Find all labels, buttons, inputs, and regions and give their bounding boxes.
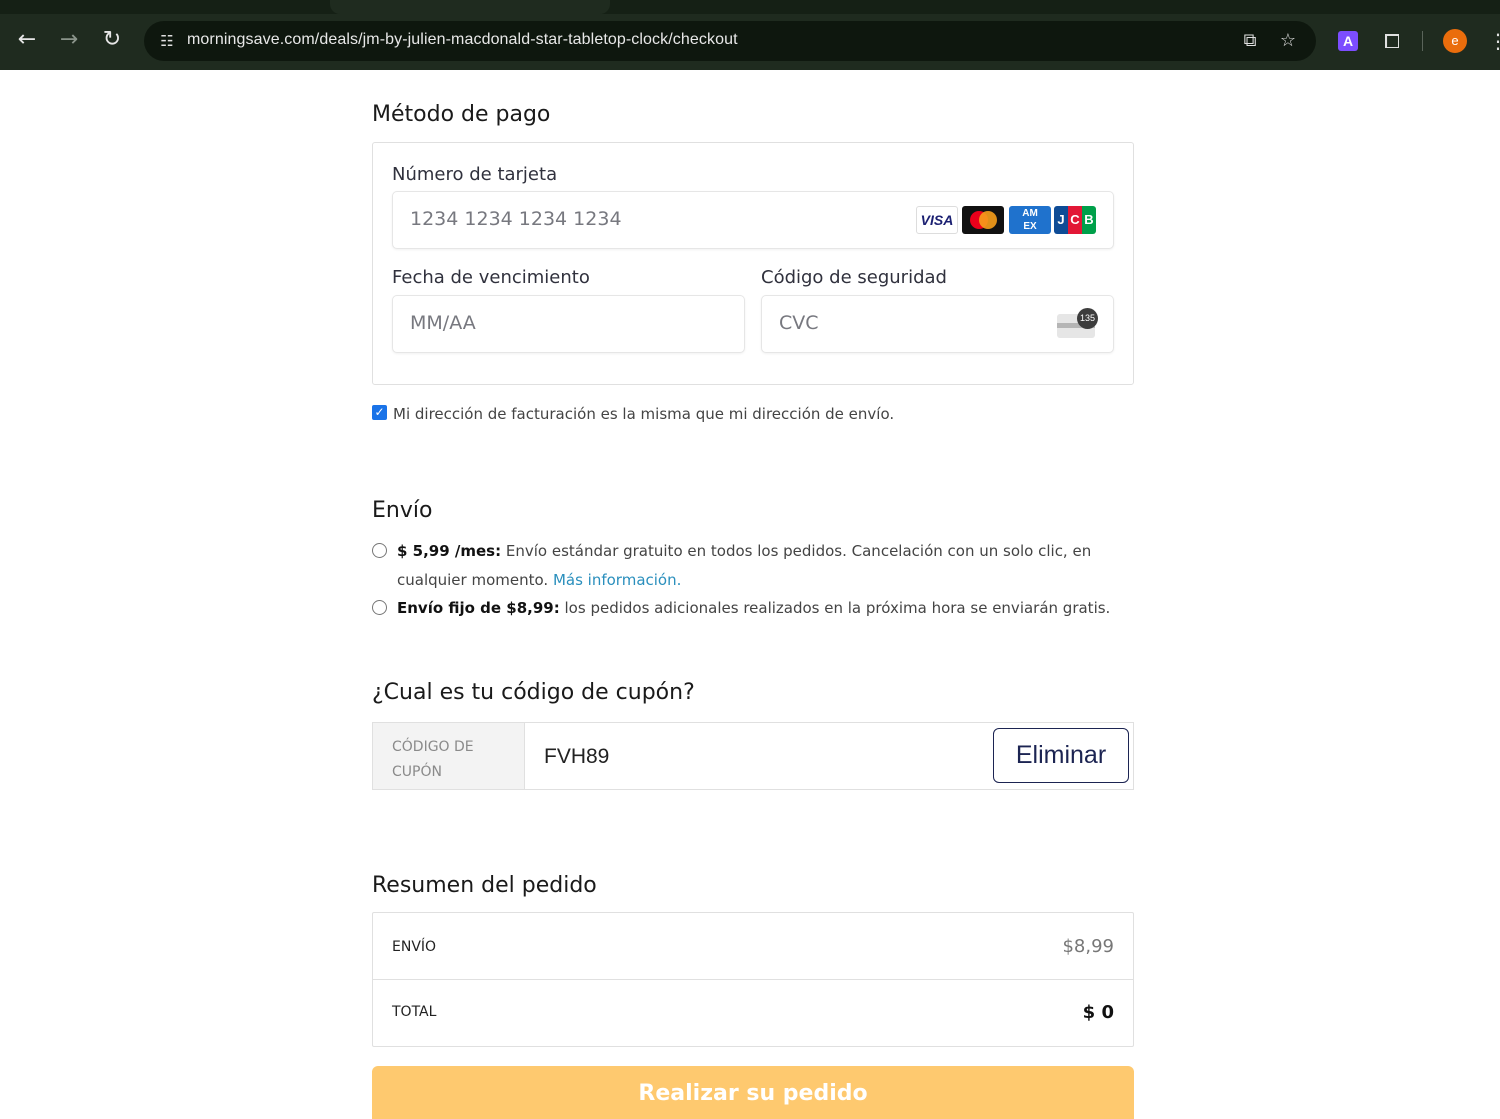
order-summary-heading: Resumen del pedido xyxy=(372,873,597,898)
jcb-b: B xyxy=(1082,206,1096,234)
shipping-option-flat-label[interactable]: Envío fijo de $8,99: los pedidos adicion… xyxy=(397,599,1110,617)
coupon-heading: ¿Cual es tu código de cupón? xyxy=(372,680,695,705)
shipping-option-subscription-desc2: cualquier momento. xyxy=(397,571,553,589)
shipping-option-subscription-price: $ 5,99 /mes: xyxy=(397,542,502,560)
amex-icon: AM EX xyxy=(1009,206,1051,234)
mastercard-yellow-circle xyxy=(979,211,997,229)
coupon-code-input[interactable]: FVH89 xyxy=(544,745,609,769)
shipping-option-flat-desc: los pedidos adicionales realizados en la… xyxy=(559,599,1111,617)
browser-chrome: ← → ↻ ☷ morningsave.com/deals/jm-by-juli… xyxy=(0,0,1500,70)
summary-total-value: $ 0 xyxy=(1082,1002,1114,1023)
browser-menu-icon[interactable]: ⋮ xyxy=(1488,27,1500,55)
cvc-label: Código de seguridad xyxy=(761,267,947,288)
jcb-icon: J C B xyxy=(1054,206,1096,234)
extensions-puzzle-icon[interactable]: ⧠ xyxy=(1378,27,1406,55)
summary-shipping-value: $8,99 xyxy=(1062,936,1114,957)
expiry-input[interactable]: MM/AA xyxy=(392,295,745,353)
summary-divider xyxy=(373,979,1133,980)
shipping-option-subscription-desc: Envío estándar gratuito en todos los ped… xyxy=(501,542,1092,560)
shipping-heading: Envío xyxy=(372,498,433,523)
jcb-j: J xyxy=(1054,206,1068,234)
visa-icon: VISA xyxy=(916,206,958,234)
billing-same-label[interactable]: Mi dirección de facturación es la misma … xyxy=(393,405,894,423)
shipping-option-subscription-radio[interactable] xyxy=(372,543,387,558)
tab-strip xyxy=(0,0,1500,14)
expiry-label: Fecha de vencimiento xyxy=(392,267,590,288)
shipping-option-flat-price: Envío fijo de $8,99: xyxy=(397,599,560,617)
cvc-placeholder: CVC xyxy=(779,312,819,334)
coupon-label-cell: CÓDIGO DE CUPÓN xyxy=(373,723,525,789)
address-bar[interactable]: ☷ morningsave.com/deals/jm-by-julien-mac… xyxy=(144,21,1316,61)
shipping-option-flat-radio[interactable] xyxy=(372,600,387,615)
cvc-digits-badge: 135 xyxy=(1077,308,1098,329)
translate-icon[interactable]: ⧉ xyxy=(1238,29,1262,53)
shipping-option-subscription-line1[interactable]: $ 5,99 /mes: Envío estándar gratuito en … xyxy=(397,542,1091,560)
payment-heading: Método de pago xyxy=(372,102,551,127)
card-number-placeholder: 1234 1234 1234 1234 xyxy=(410,208,622,230)
remove-coupon-button[interactable]: Eliminar xyxy=(993,728,1129,783)
shipping-option-subscription-line2: cualquier momento. Más información. xyxy=(397,571,681,589)
site-info-icon[interactable]: ☷ xyxy=(156,30,178,52)
card-number-label: Número de tarjeta xyxy=(392,164,558,185)
payment-card-form: Número de tarjeta 1234 1234 1234 1234 VI… xyxy=(372,142,1134,385)
summary-shipping-label: ENVÍO xyxy=(392,939,437,955)
order-summary-table: ENVÍO $8,99 TOTAL $ 0 xyxy=(372,912,1134,1047)
extension-a-icon[interactable]: A xyxy=(1338,31,1358,51)
mastercard-icon xyxy=(962,206,1004,234)
more-info-link[interactable]: Más información. xyxy=(553,571,681,589)
card-number-input[interactable]: 1234 1234 1234 1234 VISA AM EX J C B xyxy=(392,191,1114,249)
cvc-card-icon: 135 xyxy=(1057,308,1098,338)
bookmark-star-icon[interactable]: ☆ xyxy=(1276,29,1300,53)
forward-arrow-icon[interactable]: → xyxy=(55,26,83,54)
billing-same-checkbox[interactable]: ✓ xyxy=(372,405,387,420)
summary-total-label: TOTAL xyxy=(392,1004,437,1020)
coupon-field-group: CÓDIGO DE CUPÓN FVH89 Eliminar xyxy=(372,722,1134,790)
back-arrow-icon[interactable]: ← xyxy=(13,26,41,54)
toolbar-divider xyxy=(1422,31,1423,51)
coupon-label: CÓDIGO DE CUPÓN xyxy=(392,739,474,780)
profile-avatar[interactable]: e xyxy=(1443,29,1467,53)
place-order-button[interactable]: Realizar su pedido xyxy=(372,1066,1134,1119)
reload-icon[interactable]: ↻ xyxy=(98,26,126,54)
active-tab[interactable] xyxy=(330,0,610,14)
jcb-c: C xyxy=(1068,206,1082,234)
url-text[interactable]: morningsave.com/deals/jm-by-julien-macdo… xyxy=(187,31,738,49)
expiry-placeholder: MM/AA xyxy=(410,312,476,334)
cvc-input[interactable]: CVC 135 xyxy=(761,295,1114,353)
